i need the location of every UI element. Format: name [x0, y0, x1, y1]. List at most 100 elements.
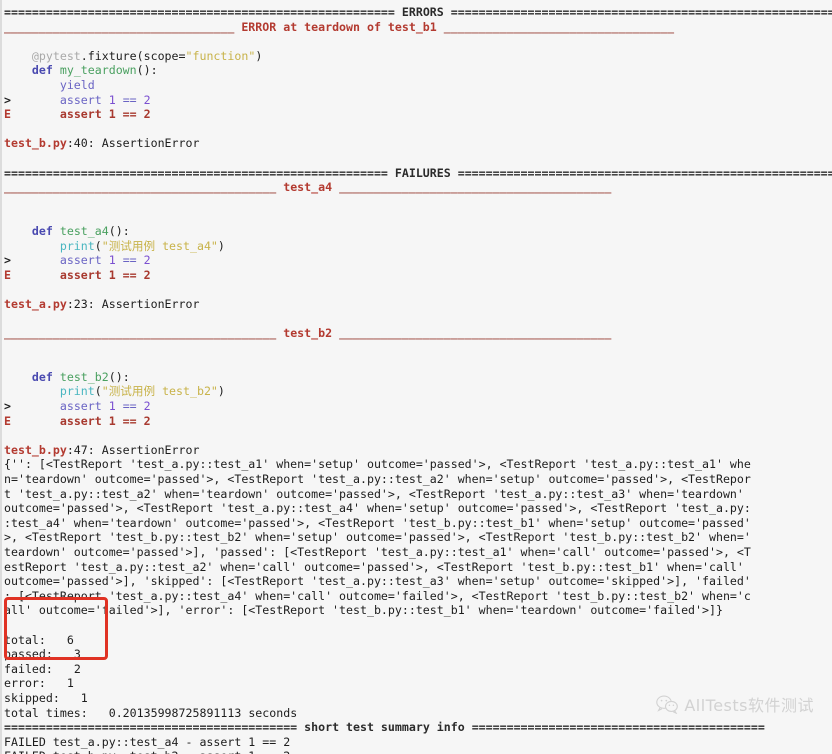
banner-equals-right: ========================================… [457, 165, 832, 180]
report-dict-line: teardown' outcome='passed'>], 'passed': … [4, 544, 751, 559]
code-line-def-test-b2: def test_b2(): [2, 370, 832, 385]
watermark: AllTests软件测试 [656, 692, 814, 716]
yield-keyword: yield [59, 77, 95, 92]
banner-dash-right: _______________________________________ [339, 180, 612, 195]
assert-error-text: assert 1 == 2 [59, 267, 151, 282]
errors-banner: ========================================… [2, 5, 832, 20]
code-line-assert-error: E assert 1 == 2 [2, 268, 832, 283]
error-line-and-type: :40: AssertionError [66, 136, 200, 151]
print-close-paren: ) [217, 384, 225, 399]
assert-keyword: assert [59, 92, 102, 107]
short-summary-entry: FAILED test_a.py::test_a4 - assert 1 == … [4, 734, 291, 749]
stats-failed-value: 2 [73, 661, 81, 676]
error-marker: E [4, 267, 11, 282]
spacer-line: . [2, 34, 832, 49]
assert-right-operand: 2 [143, 253, 151, 268]
banner-dash-right: _________________________________ [443, 19, 675, 34]
test-b2-banner: _______________________________________ … [2, 326, 832, 341]
code-line-yield: yield [2, 78, 832, 93]
stats-total-label: total: [4, 632, 46, 647]
code-line-assert-error: E assert 1 == 2 [2, 414, 832, 429]
function-name: test_b2 [59, 369, 109, 384]
stats-passed-label: passed: [4, 647, 53, 662]
def-keyword: def [31, 369, 53, 384]
assert-error-text: assert 1 == 2 [59, 413, 151, 428]
wechat-icon [656, 695, 679, 714]
test-b2-banner-title: test_b2 [283, 326, 333, 341]
banner-dash-left: _______________________________________ [4, 326, 277, 341]
report-dict-line: outcome='passed'>, <TestReport 'test_a.p… [4, 501, 751, 516]
spacer-line: . [2, 209, 832, 224]
report-dict-line: t 'test_a.py::test_a2' when='teardown' o… [4, 486, 744, 501]
error-marker: E [4, 107, 11, 122]
banner-equals-left: ========================================… [4, 5, 395, 19]
stats-total-value: 6 [66, 632, 74, 647]
assert-right-operand: 2 [143, 399, 151, 414]
failures-banner-title: FAILURES [394, 165, 451, 180]
banner-dash-left: _______________________________________ [4, 180, 277, 195]
code-line-def-teardown: def my_teardown(): [2, 63, 832, 78]
assert-left-operand: 1 [108, 399, 116, 414]
banner-equals-left: ========================================… [4, 165, 388, 180]
stats-error-row: error: 1 [2, 676, 832, 691]
spacer-line: . [2, 355, 832, 370]
function-signature: (): [108, 369, 130, 384]
source-marker: > [4, 92, 11, 107]
spacer-line: . [2, 341, 832, 356]
error-file-name: test_a.py [4, 296, 67, 311]
error-location-a4: test_a.py:23: AssertionError [2, 297, 832, 312]
error-line-and-type: :23: AssertionError [66, 296, 200, 311]
assert-left-operand: 1 [108, 92, 116, 107]
spacer-line: . [2, 311, 832, 326]
banner-dash-right: _______________________________________ [339, 326, 612, 341]
report-dict-line: >, <TestReport 'test_b.py::test_b2' when… [4, 530, 751, 545]
stats-failed-label: failed: [4, 661, 53, 676]
assert-operator: == [122, 253, 137, 268]
banner-equals-left: ========================================… [4, 720, 298, 735]
banner-dash-left: _________________________________ [4, 19, 235, 34]
total-times-label: total times: [4, 705, 88, 720]
stats-failed-row: failed: 2 [2, 662, 832, 677]
print-builtin: print [59, 238, 95, 253]
print-string-literal: "测试用例 test_b2" [101, 384, 218, 399]
stats-error-label: error: [4, 676, 46, 691]
error-location-teardown: test_b.py:40: AssertionError [2, 136, 832, 151]
total-times-value: 0.20135998725891113 seconds [108, 705, 298, 720]
stats-skipped-label: skipped: [4, 690, 60, 705]
stats-skipped-value: 1 [80, 690, 88, 705]
report-dict-line: all' outcome='failed'>], 'error': [<Test… [4, 603, 723, 618]
code-line-assert-error: E assert 1 == 2 [2, 107, 832, 122]
decorator-name: @pytest [31, 48, 81, 63]
source-marker: > [4, 399, 11, 414]
report-dict-line: n='teardown' outcome='passed'>, <TestRep… [4, 472, 751, 486]
report-dict-line: outcome='passed'>], 'skipped': [<TestRep… [4, 574, 751, 589]
print-open-paren: ( [94, 238, 102, 253]
errors-banner-title: ERRORS [401, 5, 444, 19]
error-line-and-type: :47: AssertionError [66, 442, 200, 457]
report-dict-line: :test_a4' when='teardown' outcome='passe… [4, 515, 751, 530]
print-string-literal: "测试用例 test_a4" [101, 238, 218, 253]
code-line-assert-source: > assert 1 == 2 [2, 253, 832, 268]
source-marker: > [4, 253, 11, 268]
def-keyword: def [31, 63, 53, 78]
stats-passed-value: 3 [73, 647, 81, 662]
stats-total-row: total: 6 [2, 633, 832, 648]
error-location-b2: test_b.py:47: AssertionError [2, 443, 832, 458]
spacer-line: . [2, 195, 832, 210]
assert-keyword: assert [59, 253, 102, 268]
code-line-decorator: @pytest.fixture(scope="function") [2, 49, 832, 64]
function-name: test_a4 [59, 223, 109, 238]
test-a4-banner: _______________________________________ … [2, 180, 832, 195]
watermark-text: AllTests软件测试 [684, 696, 814, 715]
code-line-assert-source: > assert 1 == 2 [2, 93, 832, 108]
banner-equals-right: ========================================… [471, 720, 765, 735]
code-line-print-a4: print("测试用例 test_a4") [2, 239, 832, 254]
report-dict-line [2, 618, 832, 633]
function-signature: (): [136, 63, 158, 78]
terminal-output-pane[interactable]: ========================================… [0, 0, 832, 754]
short-summary-entry: FAILED test_b.py::test_b2 - assert 1 == … [2, 749, 832, 754]
error-teardown-title: ERROR at teardown of test_b1 [241, 19, 437, 34]
report-dict-line: : [<TestReport 'test_a.py::test_a4' when… [4, 588, 751, 603]
decorator-close-paren: ) [255, 48, 263, 63]
report-dict-line: {'': [<TestReport 'test_a.py::test_a1' w… [4, 457, 751, 472]
